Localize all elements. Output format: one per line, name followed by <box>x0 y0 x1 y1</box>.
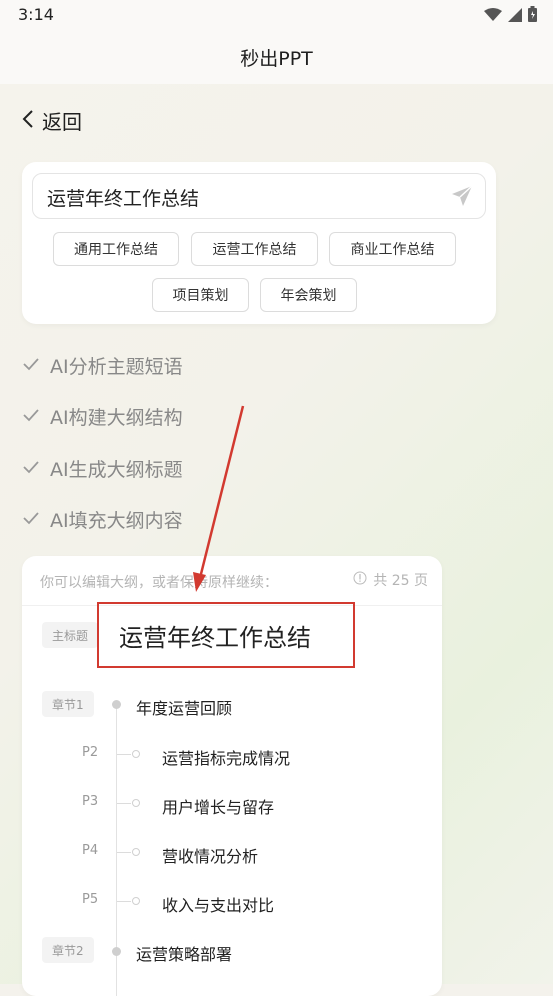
status-bar: 3:14 <box>0 0 553 32</box>
topic-card: 运营年终工作总结 通用工作总结 运营工作总结 商业工作总结 项目策划 年会策划 <box>22 162 496 324</box>
timeline-branch <box>117 852 131 853</box>
wifi-icon <box>484 7 502 26</box>
back-label: 返回 <box>42 110 82 134</box>
page-title[interactable]: 运营指标完成情况 <box>162 745 290 769</box>
step-analyze: AI分析主题短语 <box>22 352 183 379</box>
page-title[interactable]: 营收情况分析 <box>162 843 258 867</box>
info-icon <box>353 571 367 589</box>
chapter-dot <box>112 947 121 956</box>
page-title[interactable]: 用户增长与留存 <box>162 794 274 818</box>
app-title: 秒出PPT <box>240 48 313 70</box>
timeline-branch <box>117 803 131 804</box>
chapter-tag: 章节1 <box>42 691 94 717</box>
check-icon <box>22 407 40 426</box>
step-label: AI构建大纲结构 <box>50 407 183 429</box>
step-label: AI分析主题短语 <box>50 356 183 378</box>
chapter-tag: 章节2 <box>42 937 94 963</box>
outline-card: 你可以编辑大纲，或者保持原样继续： 共 25 页 主标题 运营年终工作总结 章节… <box>22 556 442 996</box>
page-count-label: 共 25 页 <box>373 573 428 589</box>
chapter-title[interactable]: 运营策略部署 <box>136 941 232 965</box>
topic-input-value: 运营年终工作总结 <box>47 188 200 210</box>
page-node <box>132 750 140 758</box>
timeline-branch <box>117 901 131 902</box>
status-icons <box>484 6 537 26</box>
main-title[interactable]: 运营年终工作总结 <box>119 618 311 653</box>
page-number: P4 <box>82 843 99 858</box>
step-structure: AI构建大纲结构 <box>22 403 183 430</box>
send-icon[interactable] <box>451 185 473 211</box>
page-node <box>132 799 140 807</box>
status-time: 3:14 <box>18 5 54 24</box>
outline-hint: 你可以编辑大纲，或者保持原样继续： <box>40 575 278 591</box>
check-icon <box>22 356 40 375</box>
check-icon <box>22 459 40 478</box>
page-node <box>132 897 140 905</box>
timeline-branch <box>117 754 131 755</box>
step-label: AI生成大纲标题 <box>50 459 183 481</box>
check-icon <box>22 510 40 529</box>
app-bar: 秒出PPT <box>0 32 553 84</box>
chip-general-summary[interactable]: 通用工作总结 <box>53 232 179 266</box>
chip-annual-party[interactable]: 年会策划 <box>260 278 357 312</box>
back-button[interactable]: 返回 <box>22 106 82 135</box>
chapter-title[interactable]: 年度运营回顾 <box>136 695 232 719</box>
chevron-left-icon <box>22 109 34 133</box>
step-label: AI填充大纲内容 <box>50 510 183 532</box>
page-node <box>132 848 140 856</box>
chip-operations-summary[interactable]: 运营工作总结 <box>191 232 318 266</box>
topic-input[interactable]: 运营年终工作总结 <box>32 173 486 219</box>
step-content: AI填充大纲内容 <box>22 506 183 533</box>
page-number: P3 <box>82 794 99 809</box>
signal-icon <box>508 7 522 26</box>
page-number: P2 <box>82 745 99 760</box>
page-title[interactable]: 收入与支出对比 <box>162 892 274 916</box>
chip-project-planning[interactable]: 项目策划 <box>152 278 249 312</box>
main-title-tag: 主标题 <box>42 622 99 648</box>
page-number: P5 <box>82 892 99 907</box>
chapter-dot <box>112 700 121 709</box>
page-count: 共 25 页 <box>353 570 428 590</box>
chip-business-summary[interactable]: 商业工作总结 <box>329 232 456 266</box>
battery-icon <box>528 6 537 26</box>
step-titles: AI生成大纲标题 <box>22 455 183 482</box>
